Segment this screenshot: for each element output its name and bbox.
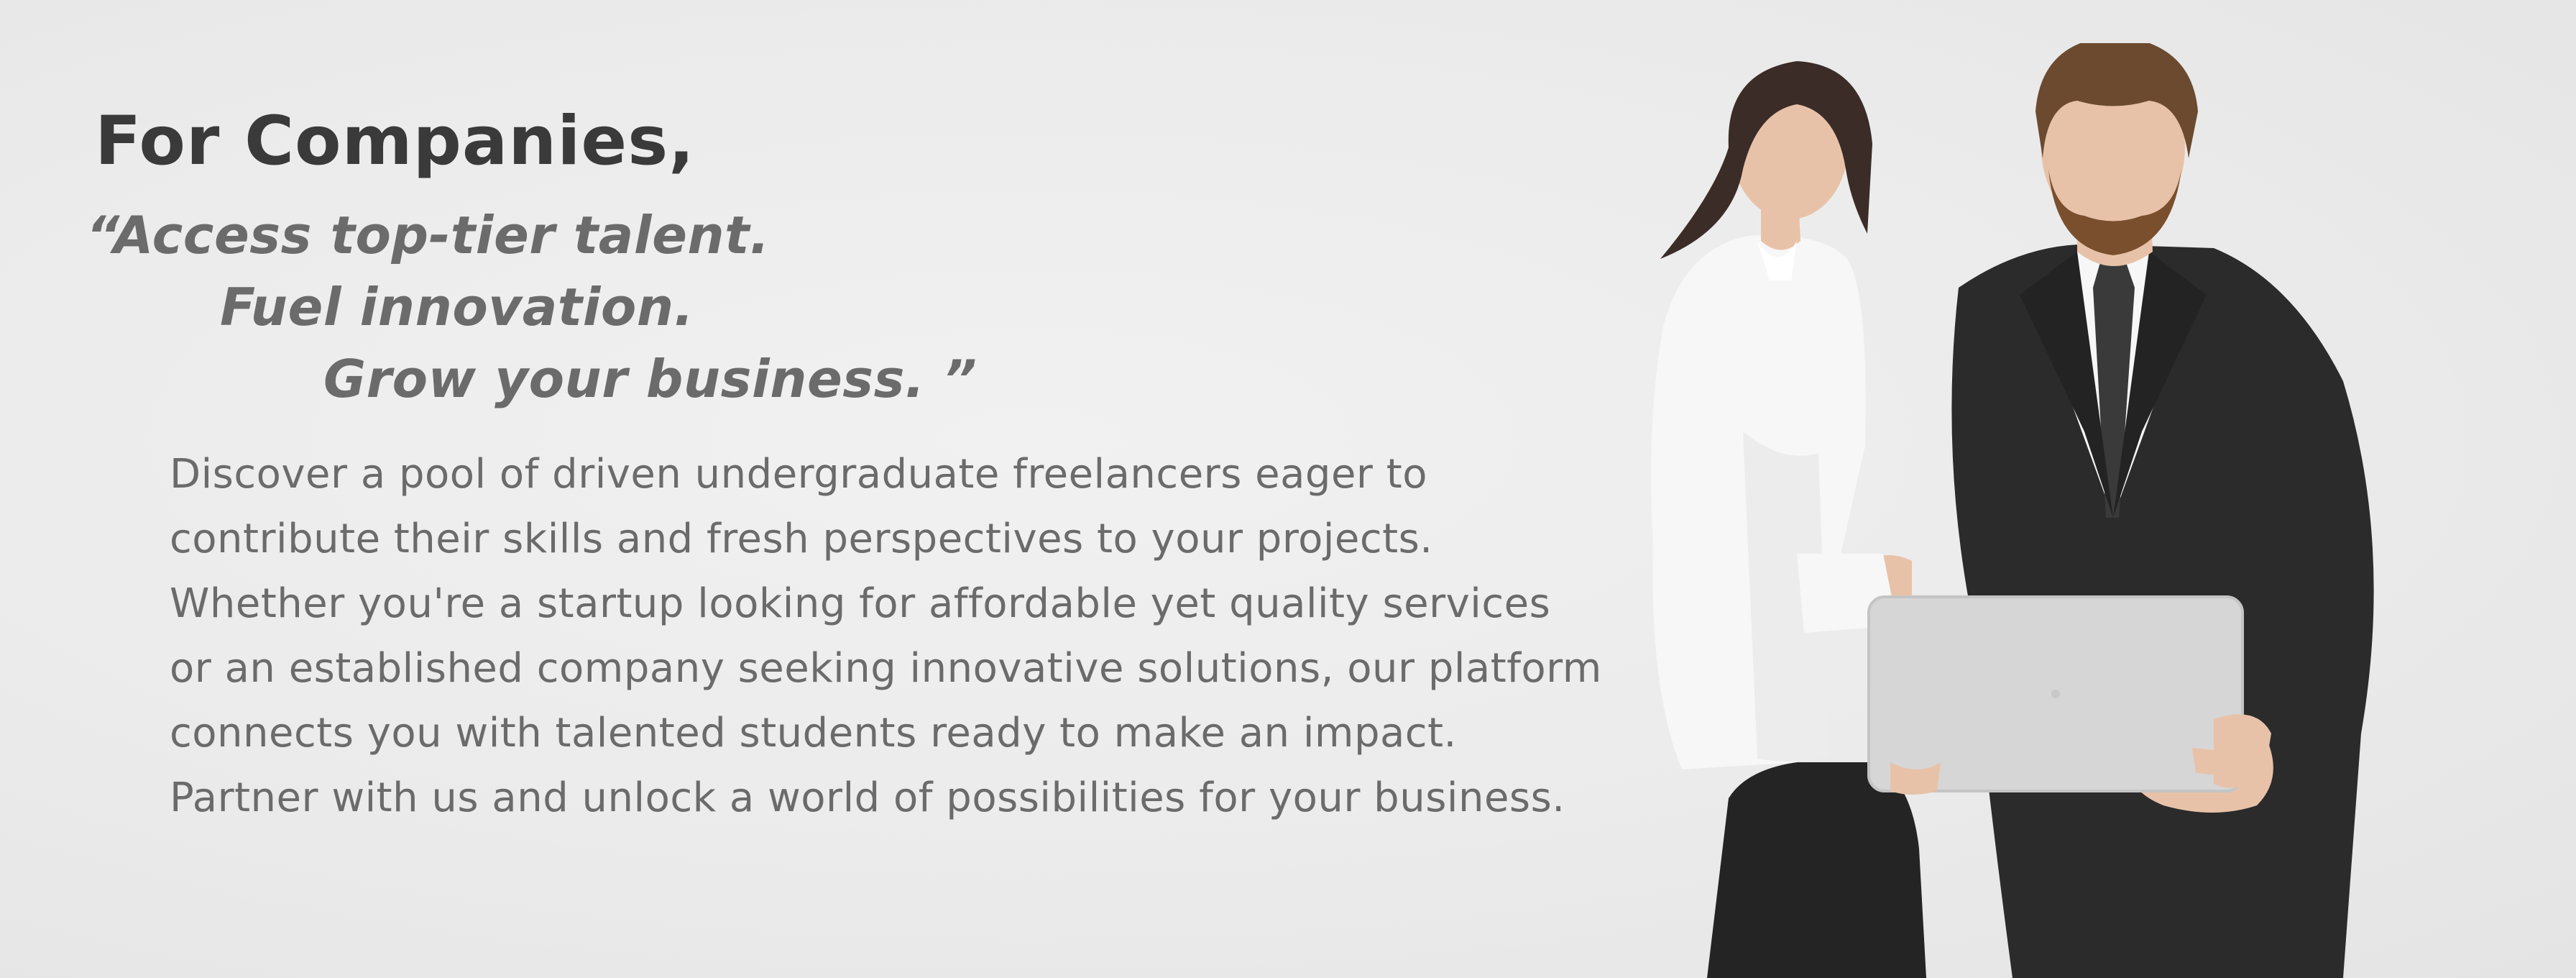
hero-section: For Companies, “Access top-tier talent. … <box>0 0 2576 978</box>
business-people-laptop-photo <box>1581 43 2516 978</box>
section-heading: For Companies, <box>95 102 695 180</box>
open-quote-mark: “ <box>86 205 114 265</box>
description-line: Discover a pool of driven undergraduate … <box>170 451 1427 498</box>
description-line: Whether you're a startup looking for aff… <box>170 580 1551 627</box>
description-line: Partner with us and unlock a world of po… <box>170 774 1565 821</box>
tagline-line-1: “Access top-tier talent. <box>86 205 770 265</box>
tagline-text-3: Grow your business. <box>323 349 925 409</box>
description-line: contribute their skills and fresh perspe… <box>170 516 1433 562</box>
tagline-line-2: Fuel innovation. <box>220 277 694 337</box>
description-paragraph: Discover a pool of driven undergraduate … <box>170 442 1643 831</box>
description-line: or an established company seeking innova… <box>170 645 1602 692</box>
description-line: connects you with talented students read… <box>170 710 1457 757</box>
tagline-quote: “Access top-tier talent. Fuel innovation… <box>86 205 977 421</box>
close-quote-mark: ” <box>943 349 978 409</box>
tagline-text-1: Access top-tier talent. <box>113 205 770 265</box>
tagline-text-2: Fuel innovation. <box>220 277 694 337</box>
woman-figure <box>1651 61 1926 978</box>
man-figure <box>1951 43 2374 978</box>
laptop <box>1867 595 2244 792</box>
tagline-line-3: Grow your business. ” <box>323 349 977 409</box>
